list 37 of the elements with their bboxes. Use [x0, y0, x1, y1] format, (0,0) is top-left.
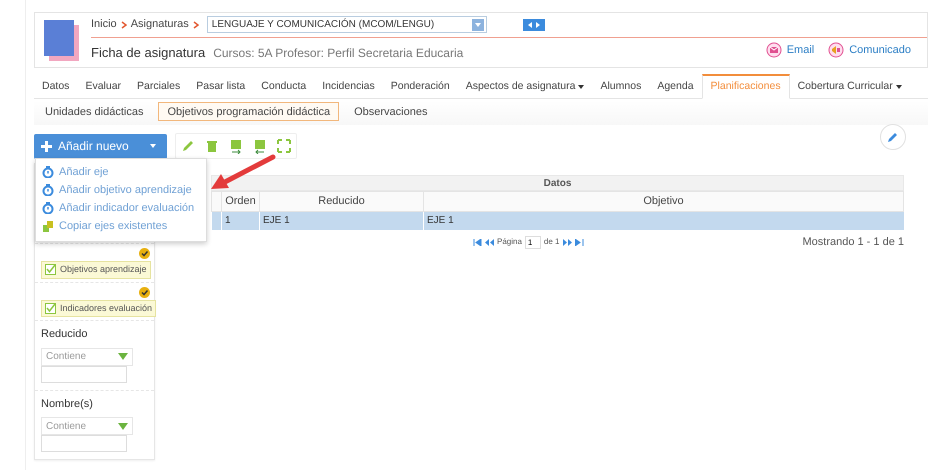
subject-select[interactable]: LENGUAJE Y COMUNICACIÓN (MCOM/LENGU)	[206, 16, 487, 34]
page-input[interactable]: 1	[524, 236, 541, 249]
column-group-header: Datos	[211, 175, 904, 191]
tab[interactable]: Agenda	[649, 74, 702, 98]
tab[interactable]: Pasar lista	[188, 74, 254, 98]
tab[interactable]: Aspectos de asignatura	[458, 74, 592, 98]
tab[interactable]: Evaluar	[77, 74, 130, 98]
column-header: Orden	[222, 192, 260, 211]
table-cell: 1	[222, 211, 260, 230]
filter-checkbox[interactable]: Indicadores evaluación	[41, 300, 156, 317]
page-label: Página	[497, 236, 522, 248]
tab[interactable]: Incidencias	[314, 74, 383, 98]
tab[interactable]: Datos	[34, 74, 78, 98]
page-count: de 1	[544, 236, 560, 248]
table-cell: EJE 1	[260, 211, 424, 230]
tab[interactable]: Cobertura Curricular	[790, 74, 910, 98]
email-button[interactable]: Email	[766, 42, 814, 59]
subtab[interactable]: Observaciones	[345, 102, 436, 121]
tab[interactable]: Ponderación	[382, 74, 458, 98]
page-title: Ficha de asignatura	[91, 45, 206, 60]
notice-button[interactable]: Comunicado	[828, 42, 911, 59]
column-header: Reducido	[260, 192, 424, 211]
breadcrumb-link[interactable]: Inicio	[91, 16, 117, 33]
subtab[interactable]: Unidades didácticas	[36, 102, 152, 121]
filter-label: Reducido	[41, 327, 88, 342]
table-row[interactable]: 1 EJE 1 EJE 1	[212, 211, 904, 230]
page-subtitle: Cursos: 5A Profesor: Perfil Secretaria Educaria	[213, 46, 464, 60]
subtab[interactable]: Objetivos programación didáctica	[158, 102, 340, 121]
tab[interactable]: Parciales	[129, 74, 188, 98]
breadcrumb-link[interactable]: Asignaturas	[130, 16, 189, 33]
record-count: Mostrando 1 - 1 de 1	[802, 235, 904, 250]
table-cell: EJE 1	[424, 211, 904, 230]
tab[interactable]: Conducta	[253, 74, 314, 98]
column-header: Objetivo	[424, 192, 904, 211]
tab[interactable]: Alumnos	[592, 74, 650, 98]
filter-checkbox[interactable]: Objetivos aprendizaje	[41, 261, 151, 278]
filter-label: Nombre(s)	[41, 396, 94, 412]
